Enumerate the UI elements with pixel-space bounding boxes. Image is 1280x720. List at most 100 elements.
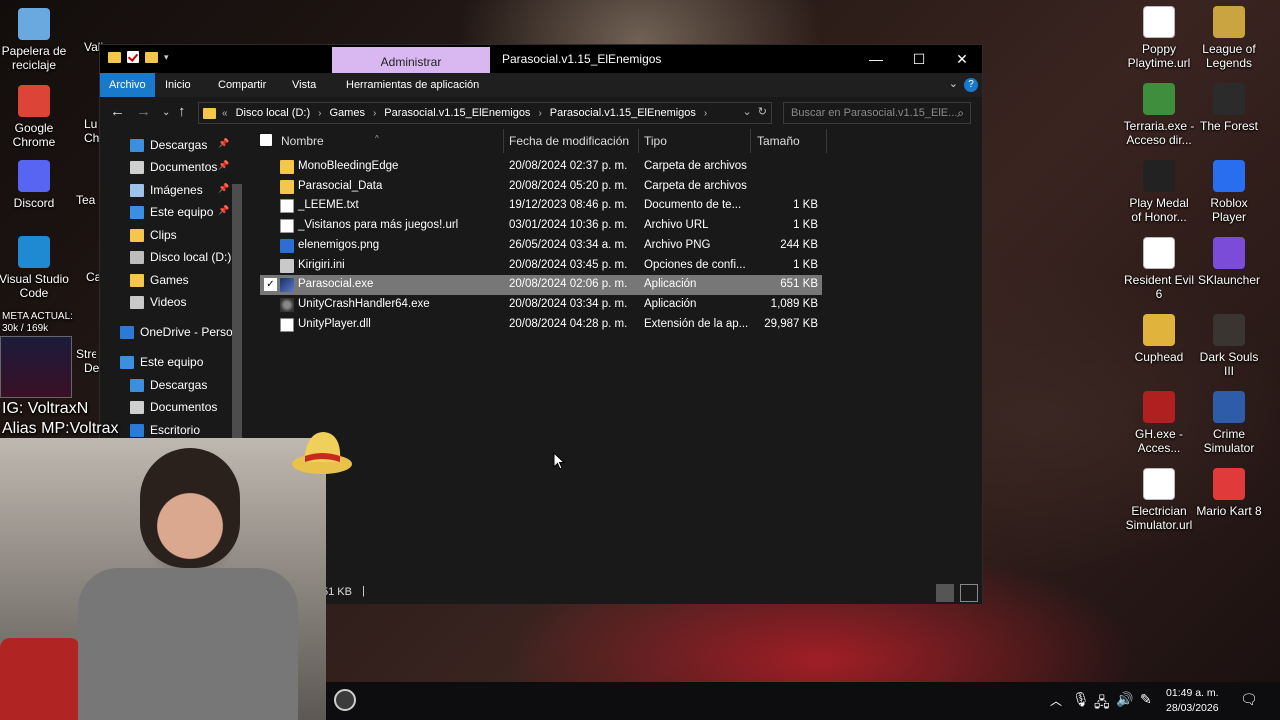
file-row[interactable]: UnityPlayer.dll 20/08/2024 04:28 p. m. Ext… [260,315,822,335]
partial-desktop-label[interactable]: Tean [76,193,96,207]
nav-item[interactable]: Imágenes [130,180,203,200]
pin-icon[interactable]: 📌 [218,183,229,194]
pen-icon[interactable]: ✎ [1140,692,1152,708]
file-row[interactable]: UnityCrashHandler64.exe 20/08/2024 03:34 … [260,295,822,315]
search-input[interactable]: Buscar en Parasocial.v1.15_ElE... ⌕ [783,102,971,124]
file-row[interactable]: MonoBleedingEdge 20/08/2024 02:37 p. m. Ca… [260,157,822,177]
partial-desktop-label[interactable]: Stre [76,347,96,361]
file-row[interactable]: elenemigos.png 26/05/2024 03:34 a. m. Arch… [260,236,822,256]
nav-item-label: Documentos [150,400,218,414]
forward-arrow-icon[interactable]: → [136,103,151,120]
nav-item[interactable]: Disco local (D:) [130,247,231,267]
column-tipo[interactable]: Tipo [644,134,667,148]
pin-icon[interactable]: 📌 [218,138,229,149]
nav-item[interactable]: Documentos [130,397,217,417]
desktop-icon-right-7[interactable]: SKlauncher [1193,237,1265,287]
manage-context-tab[interactable]: Administrar [332,47,490,73]
title-bar[interactable]: ▾ Administrar Parasocial.v1.15_ElEnemigo… [100,45,982,73]
desktop-icon-right-0[interactable]: Poppy Playtime.url [1123,6,1195,70]
volume-icon[interactable]: 🔊 [1116,692,1133,708]
desktop-icon-1[interactable]: Google Chrome [0,85,70,149]
recycle-bin-icon [18,8,50,40]
new-folder-icon[interactable] [145,51,158,63]
pin-icon[interactable]: 📌 [218,160,229,171]
network-icon[interactable]: 🖧 [1094,692,1110,716]
column-fecha[interactable]: Fecha de modificación [509,134,629,148]
file-row[interactable]: _Visitanos para más juegos!.url 03/01/202… [260,216,822,236]
desktop-icon-2[interactable]: Discord [0,160,70,210]
large-icons-view-icon[interactable] [960,584,978,602]
microphone-icon[interactable]: 🎙 [1072,692,1090,708]
desktop-icon-0[interactable]: Papelera de reciclaje [0,8,70,72]
details-view-icon[interactable] [936,584,954,602]
desktop-icon-right-4[interactable]: Play Medal of Honor... [1123,160,1195,224]
minimize-button[interactable]: — [854,45,898,73]
breadcrumb-disco-local[interactable]: Disco local (D:) [236,107,311,119]
file-row[interactable]: Kirigiri.ini 20/08/2024 03:45 p. m. Opcion… [260,256,822,276]
show-hidden-icons-icon[interactable]: ︿ [1050,692,1062,709]
breadcrumb-parasocial[interactable]: Parasocial.v1.15_ElEnemigos [384,107,530,119]
refresh-icon[interactable]: ⌄ ↻ [742,105,767,118]
up-arrow-icon[interactable]: ↑ [178,103,186,120]
nav-item[interactable]: Games [130,270,189,290]
desktop-icon-right-9[interactable]: Dark Souls III [1193,314,1265,378]
expand-ribbon-icon[interactable]: ⌄ [949,77,958,90]
breadcrumb-games[interactable]: Games [329,107,364,119]
maximize-button[interactable]: ☐ [897,45,941,73]
desktop-icon-label: Google Chrome [12,121,56,149]
desktop-icon-label: GH.exe - Acces... [1134,427,1183,455]
tab-vista[interactable]: Vista [283,73,325,97]
file-row[interactable]: _LEEME.txt 19/12/2023 08:46 p. m. Document… [260,196,822,216]
tab-inicio[interactable]: Inicio [156,73,200,97]
column-nombre[interactable]: Nombre [281,134,324,148]
documents-icon [130,160,144,174]
nav-item[interactable]: Videos [130,292,186,312]
column-tamano[interactable]: Tamaño [757,134,800,148]
desktop-icon-right-6[interactable]: Resident Evil 6 [1123,237,1195,301]
nav-item[interactable]: Clips [130,225,177,245]
desktop-icon-right-11[interactable]: Crime Simulator [1193,391,1265,455]
nav-item[interactable]: Descargas [130,375,207,395]
file-row[interactable]: Parasocial_Data 20/08/2024 05:20 p. m. Car… [260,177,822,197]
nav-item[interactable]: Escritorio [130,420,200,440]
desktop-icon-right-3[interactable]: The Forest [1193,83,1265,133]
tab-herramientas-aplicacion[interactable]: Herramientas de aplicación [337,73,488,97]
file-date: 19/12/2023 08:46 p. m. [509,199,628,212]
help-icon[interactable]: ? [964,78,978,92]
desktop-icon-right-1[interactable]: League of Legends [1193,6,1265,70]
desktop-icon-right-2[interactable]: Terraria.exe - Acceso dir... [1123,83,1195,147]
desktop-icon-right-10[interactable]: GH.exe - Acces... [1123,391,1195,455]
desktop-icon-label: League of Legends [1202,42,1256,70]
breadcrumb-parasocial-inner[interactable]: Parasocial.v1.15_ElEnemigos [550,107,696,119]
desktop-icon-right-13[interactable]: Mario Kart 8 [1193,468,1265,518]
close-button[interactable]: ✕ [940,45,984,73]
system-clock[interactable]: 01:49 a. m. 28/03/2026 [1166,686,1219,716]
nav-item[interactable]: Documentos [130,157,217,177]
nav-item[interactable]: Este equipo [120,352,203,372]
select-all-checkbox[interactable] [260,134,272,146]
properties-icon[interactable] [127,51,139,63]
folder-icon [130,228,144,242]
url-file-icon [280,219,294,234]
nav-item[interactable]: Descargas [130,135,207,155]
file-size: 651 KB [780,278,818,291]
nav-scrollbar[interactable] [232,184,242,440]
address-bar[interactable]: « Disco local (D:) › Games › Parasocial.… [198,102,772,124]
cuphead-icon [1143,314,1175,346]
pin-icon[interactable]: 📌 [218,205,229,216]
notifications-icon[interactable]: 🗨 [1240,692,1258,708]
desktop-icon-right-12[interactable]: Electrician Simulator.url [1123,468,1195,532]
back-arrow-icon[interactable]: ← [110,103,125,120]
desktop-icon-right-8[interactable]: Cuphead [1123,314,1195,364]
tab-compartir[interactable]: Compartir [209,73,275,97]
row-checkbox[interactable]: ✓ [264,278,277,292]
desktop-icon-3[interactable]: Visual Studio Code [0,236,70,300]
recent-locations-icon[interactable]: ⌄ [162,107,170,118]
nav-item[interactable]: OneDrive - Person [120,322,239,342]
desktop-icon-right-5[interactable]: Roblox Player [1193,160,1265,224]
nav-item[interactable]: Este equipo [130,202,213,222]
customize-toolbar-icon[interactable]: ▾ [164,52,169,63]
obs-studio-icon[interactable] [334,689,356,711]
tab-archivo[interactable]: Archivo [100,73,155,97]
file-row[interactable]: ✓ Parasocial.exe 20/08/2024 02:06 p. m. Apl… [260,275,822,296]
